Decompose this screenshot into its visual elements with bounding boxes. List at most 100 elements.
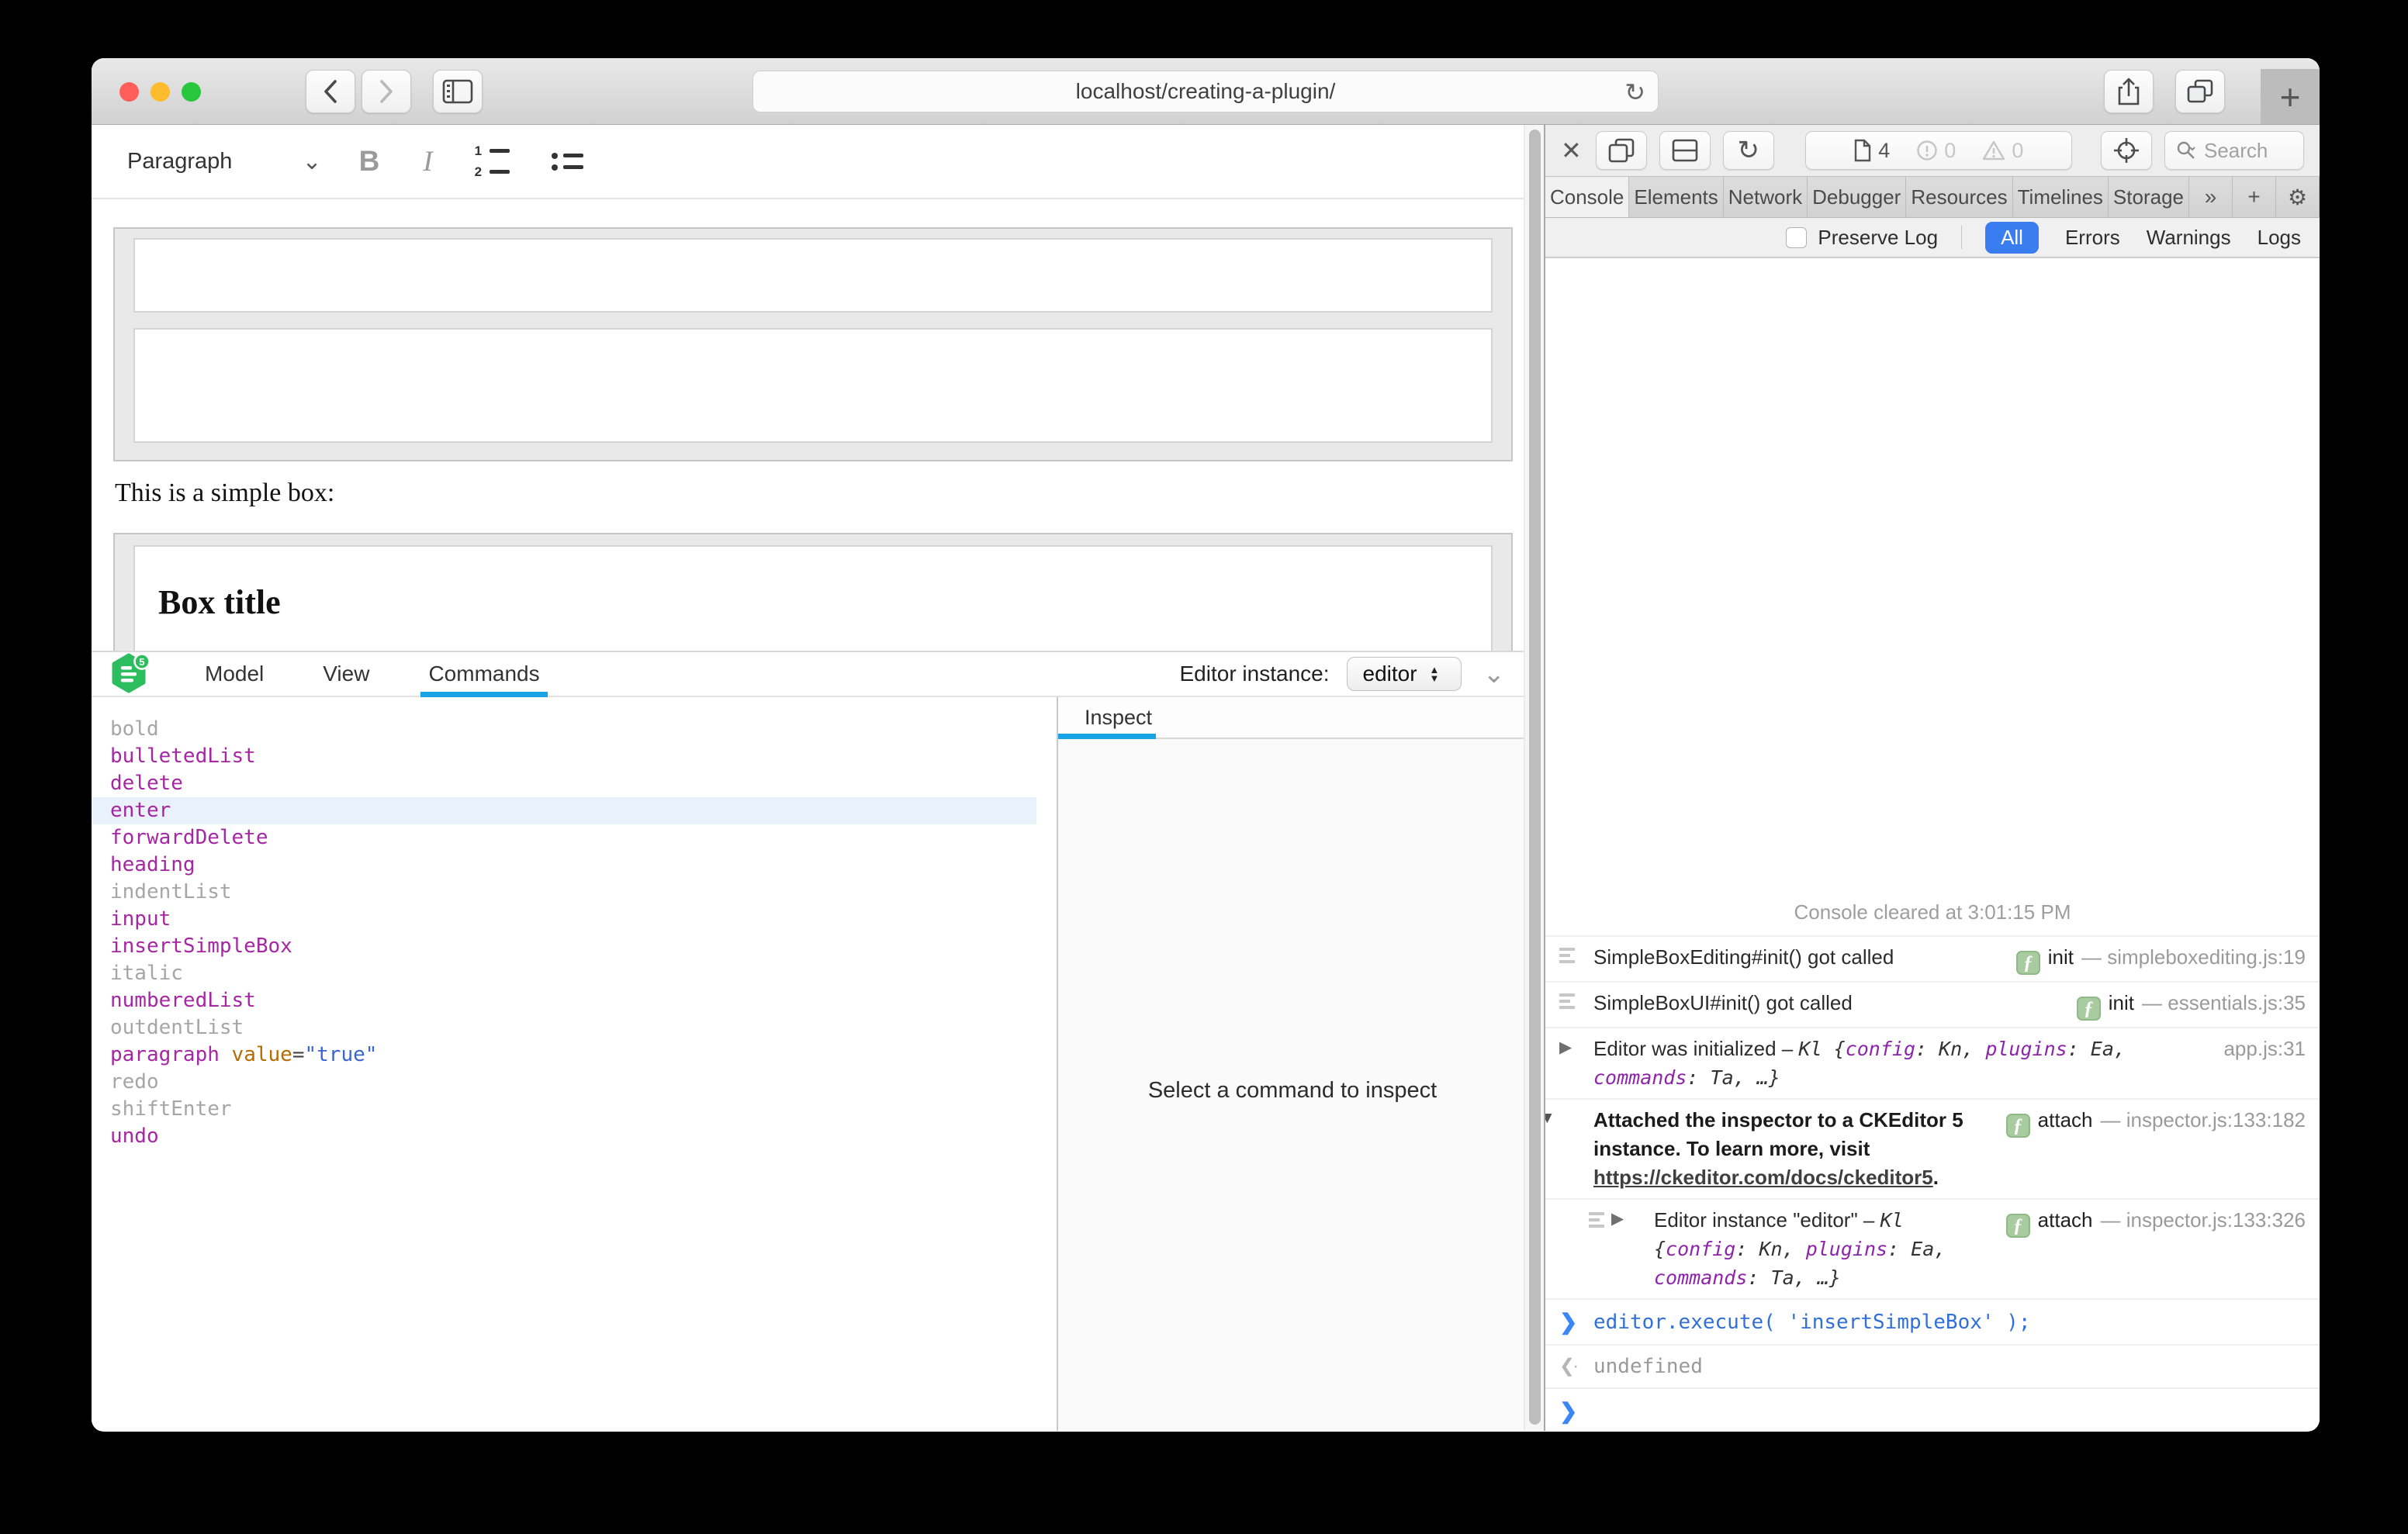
- command-item[interactable]: input: [92, 906, 1057, 933]
- forward-button[interactable]: [362, 70, 411, 113]
- minimize-window-button[interactable]: [150, 82, 170, 102]
- function-badge-icon: ƒ: [2077, 997, 2101, 1021]
- dock-side-button[interactable]: [1596, 131, 1647, 170]
- console-source[interactable]: ƒattach— inspector.js:133:182: [2006, 1106, 2306, 1138]
- devtools-tab-debugger[interactable]: Debugger: [1808, 177, 1906, 217]
- console-link[interactable]: https://ckeditor.com/docs/ckeditor5: [1593, 1166, 1933, 1189]
- command-item[interactable]: insertSimpleBox: [92, 933, 1057, 960]
- simple-box-description-field[interactable]: [133, 328, 1493, 443]
- command-item[interactable]: redo: [92, 1069, 1057, 1096]
- chevron-down-icon[interactable]: ⌄: [302, 148, 321, 175]
- inspector-tab-model[interactable]: Model: [200, 652, 268, 696]
- command-item[interactable]: undo: [92, 1123, 1057, 1150]
- simple-box-title-field[interactable]: [133, 238, 1493, 313]
- editor-content[interactable]: This is a simple box: Box title: [92, 201, 1527, 651]
- page-scrollbar[interactable]: [1524, 125, 1544, 1431]
- devtools-tab-timelines[interactable]: Timelines: [2013, 177, 2109, 217]
- simple-box-widget-2[interactable]: Box title: [113, 533, 1513, 651]
- devtools-tab-resources[interactable]: Resources: [1906, 177, 2012, 217]
- warning-icon: [1982, 140, 2005, 161]
- console-text: ,: [1934, 1238, 1946, 1260]
- preserve-log-checkbox[interactable]: [1786, 227, 1807, 248]
- zoom-window-button[interactable]: [182, 82, 201, 102]
- numbered-list-button[interactable]: 1 2: [475, 143, 510, 180]
- command-item[interactable]: indentList: [92, 879, 1057, 906]
- filter-option-errors[interactable]: Errors: [2065, 226, 2120, 250]
- new-tab-button[interactable]: +: [2261, 69, 2320, 124]
- inspect-tab[interactable]: Inspect: [1085, 706, 1152, 730]
- paragraph-text[interactable]: This is a simple box:: [115, 479, 334, 508]
- back-button[interactable]: [306, 70, 355, 113]
- inspect-element-button[interactable]: [2101, 131, 2152, 170]
- heading-dropdown[interactable]: Paragraph: [127, 149, 232, 174]
- scrollbar-thumb[interactable]: [1529, 130, 1541, 1425]
- sidebar-button[interactable]: [433, 70, 483, 113]
- commands-list: boldbulletedListdeleteenterforwardDelete…: [92, 697, 1057, 1431]
- console-row-input[interactable]: ❯: [1545, 1387, 2320, 1431]
- devtools-tab-network[interactable]: Network: [1724, 177, 1808, 217]
- simple-box-widget[interactable]: [113, 227, 1513, 461]
- bold-button[interactable]: B: [359, 145, 380, 178]
- source-location[interactable]: inspector.js:133:326: [2126, 1208, 2306, 1232]
- plus-icon: +: [2247, 185, 2260, 209]
- dock-bottom-button[interactable]: [1659, 131, 1711, 170]
- inspector-tab-commands[interactable]: Commands: [424, 652, 544, 696]
- close-devtools-button[interactable]: ✕: [1561, 136, 1582, 165]
- command-item[interactable]: bulletedList: [92, 743, 1057, 770]
- more-tabs-button[interactable]: »: [2189, 177, 2233, 217]
- reload-page-button[interactable]: ↻: [1723, 131, 1774, 170]
- reload-icon[interactable]: ↻: [1624, 78, 1645, 107]
- tab-count-cell: 4: [1840, 139, 1903, 163]
- share-button[interactable]: [2104, 70, 2154, 113]
- disclosure-open-icon[interactable]: ▼: [1545, 1109, 1555, 1128]
- source-location[interactable]: simpleboxediting.js:19: [2107, 945, 2306, 969]
- issues-summary[interactable]: 4 0: [1805, 131, 2072, 170]
- bulleted-list-button[interactable]: [552, 153, 583, 171]
- console-text: :: [2067, 1038, 2091, 1060]
- filter-option-logs[interactable]: Logs: [2258, 226, 2301, 250]
- disclosure-closed-icon[interactable]: ▶: [1611, 1209, 1624, 1228]
- close-window-button[interactable]: [119, 82, 139, 102]
- devtools-tab-elements[interactable]: Elements: [1629, 177, 1723, 217]
- settings-button[interactable]: ⚙: [2276, 177, 2320, 217]
- filter-option-warnings[interactable]: Warnings: [2147, 226, 2231, 250]
- console-text: plugins: [1806, 1238, 1887, 1260]
- collapse-inspector-icon[interactable]: ⌄: [1483, 658, 1506, 689]
- command-item[interactable]: bold: [92, 716, 1057, 743]
- source-location[interactable]: app.js:31: [2223, 1037, 2306, 1060]
- editor-instance-select[interactable]: editor ▲▼: [1347, 657, 1462, 691]
- address-bar[interactable]: localhost/creating-a-plugin/ ↻: [752, 71, 1659, 112]
- console-text: Ta: [1711, 1066, 1734, 1089]
- console-source[interactable]: ƒinit— essentials.js:35: [2077, 989, 2306, 1021]
- source-location[interactable]: inspector.js:133:182: [2126, 1108, 2306, 1131]
- command-item[interactable]: paragraph value="true": [92, 1042, 1057, 1069]
- devtools-search-field[interactable]: Search: [2164, 131, 2304, 170]
- search-icon: [2176, 140, 2196, 161]
- devtools-tab-console[interactable]: Console: [1545, 177, 1629, 217]
- function-badge-icon: ƒ: [2016, 951, 2040, 975]
- prompt-icon: ❯: [1559, 1398, 1577, 1424]
- devtools-tab-storage[interactable]: Storage: [2109, 177, 2189, 217]
- command-item[interactable]: heading: [92, 852, 1057, 879]
- command-item[interactable]: delete: [92, 770, 1057, 797]
- console-text: editor.execute( 'insertSimpleBox' );: [1593, 1311, 2031, 1334]
- command-item[interactable]: outdentList: [92, 1014, 1057, 1042]
- console-text: commands: [1654, 1266, 1747, 1289]
- add-tab-button[interactable]: +: [2233, 177, 2276, 217]
- disclosure-closed-icon[interactable]: ▶: [1559, 1038, 1572, 1057]
- console-source[interactable]: app.js:31: [2223, 1035, 2306, 1063]
- command-item[interactable]: italic: [92, 960, 1057, 987]
- tab-overview-button[interactable]: [2175, 70, 2225, 113]
- inspector-tab-view[interactable]: View: [318, 652, 374, 696]
- command-item[interactable]: forwardDelete: [92, 824, 1057, 852]
- source-location[interactable]: essentials.js:35: [2168, 991, 2306, 1014]
- command-item[interactable]: enter: [92, 797, 1036, 824]
- filter-option-all[interactable]: All: [1985, 222, 2039, 254]
- console-text: Ea: [2091, 1038, 2114, 1060]
- console-source[interactable]: ƒinit— simpleboxediting.js:19: [2016, 943, 2306, 975]
- command-item[interactable]: numberedList: [92, 987, 1057, 1014]
- console-source[interactable]: ƒattach— inspector.js:133:326: [2006, 1206, 2306, 1238]
- italic-button[interactable]: I: [423, 145, 432, 178]
- simple-box-title-field-2[interactable]: Box title: [133, 545, 1493, 651]
- command-item[interactable]: shiftEnter: [92, 1096, 1057, 1123]
